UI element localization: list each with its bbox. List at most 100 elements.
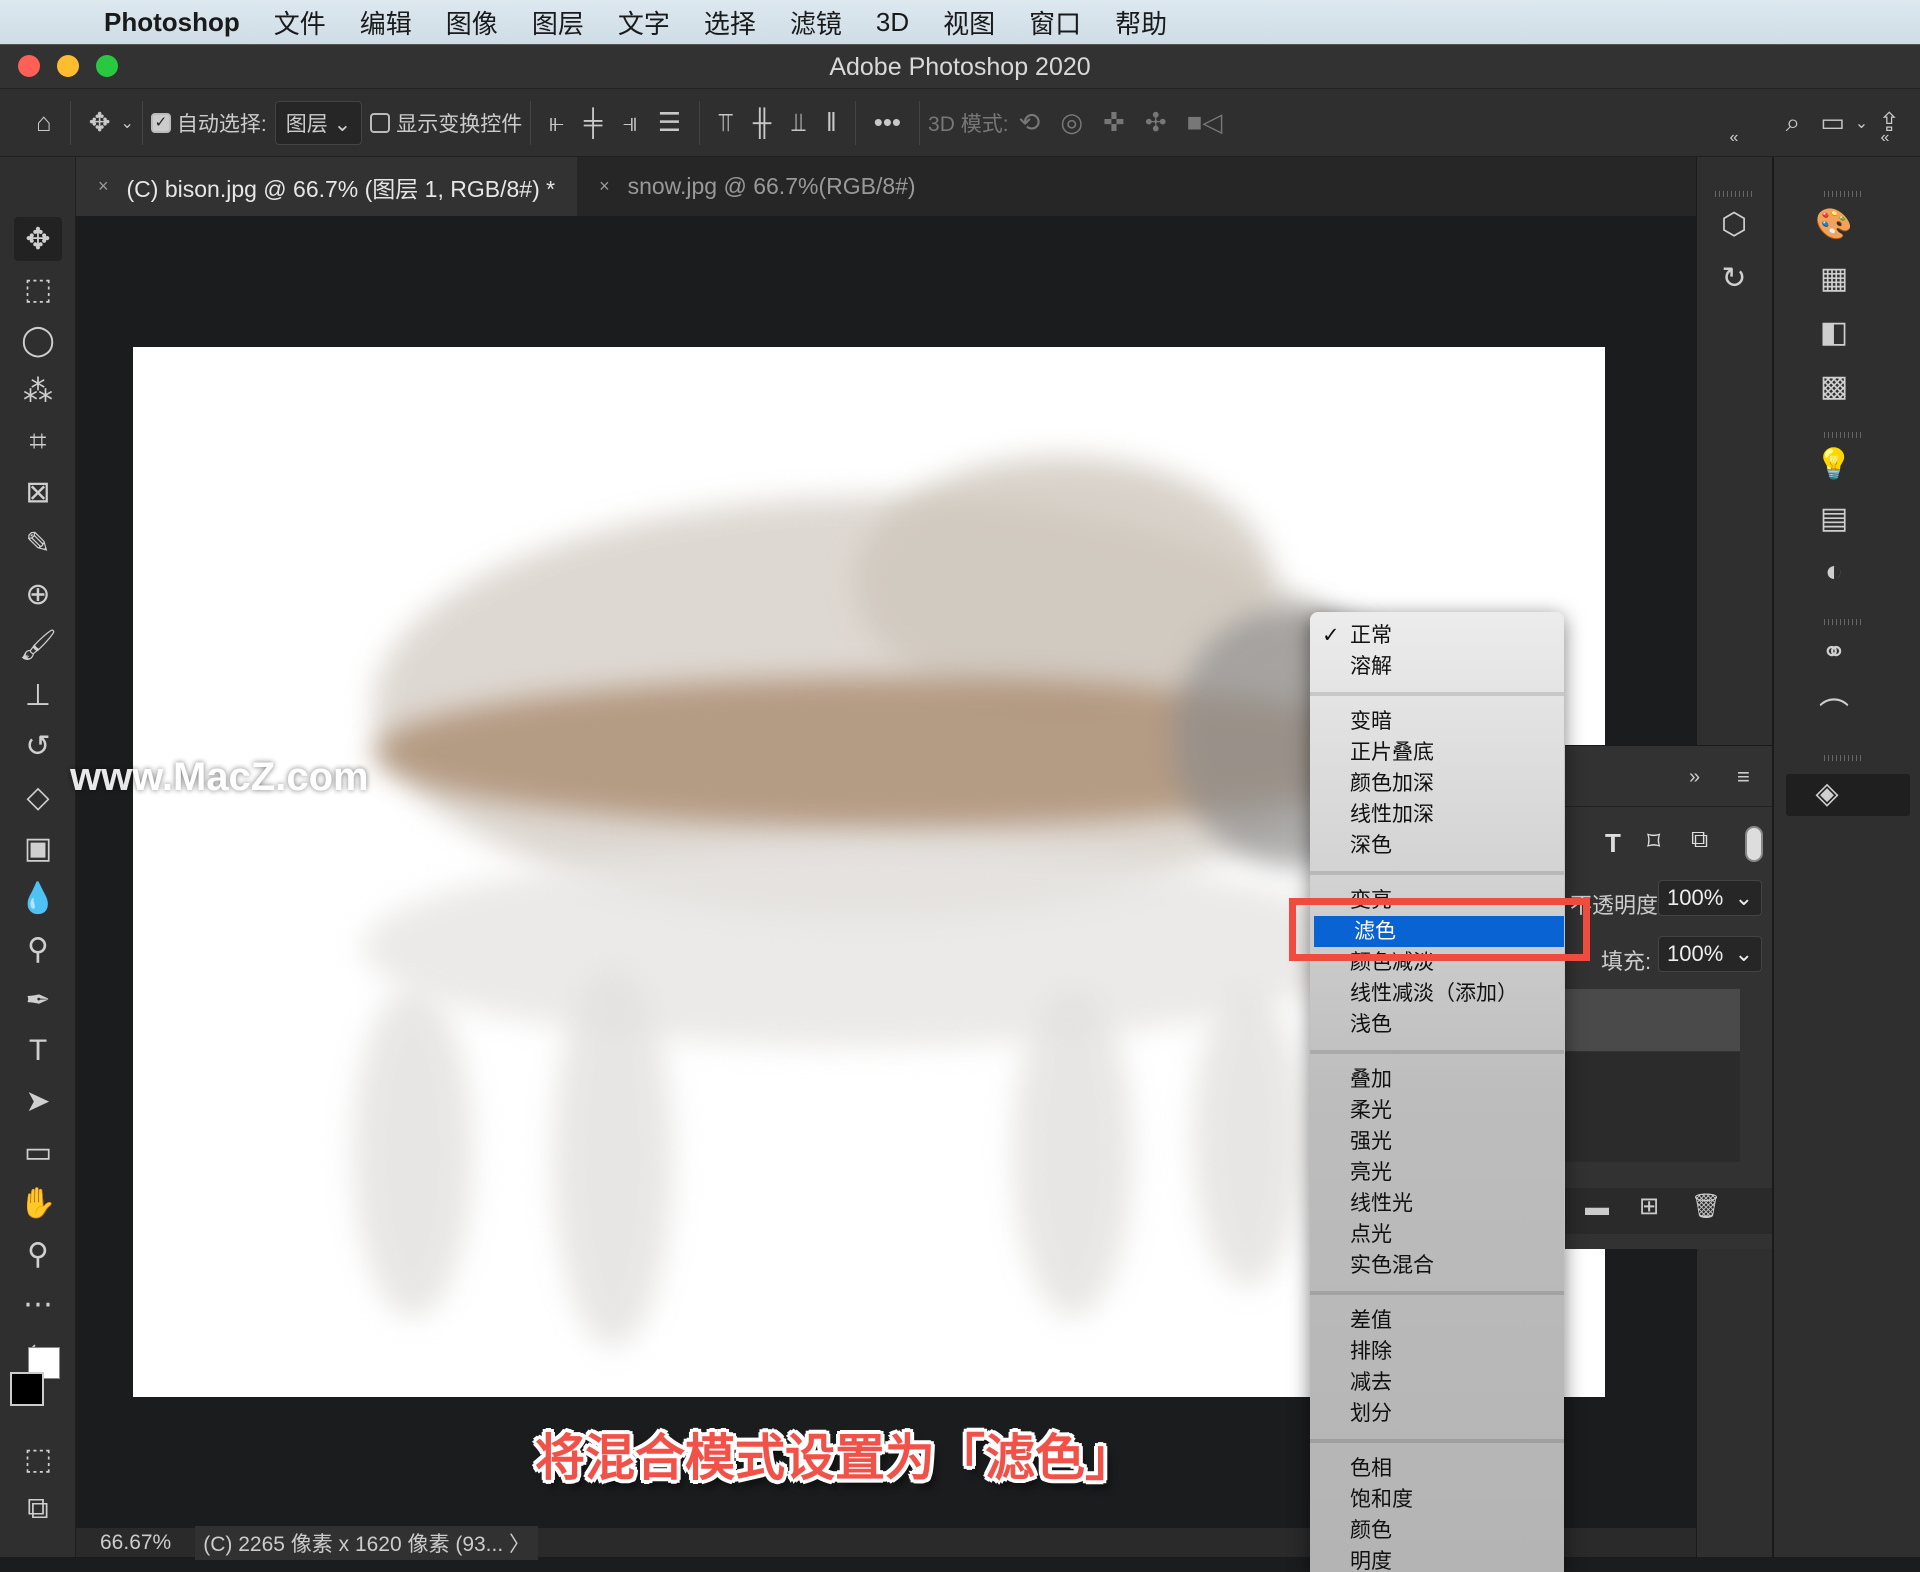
magic-wand-tool-icon[interactable]: ⁂	[14, 369, 62, 413]
frame-tool-icon[interactable]: ⊠	[14, 470, 62, 514]
eraser-tool-icon[interactable]: ◇	[14, 775, 62, 819]
blend-mode-option[interactable]: 颜色	[1310, 1515, 1564, 1546]
blend-mode-option[interactable]: 色相	[1310, 1453, 1564, 1484]
opacity-input[interactable]: 100%⌄	[1658, 880, 1762, 916]
panel-grip[interactable]	[1824, 432, 1864, 438]
pen-tool-icon[interactable]: ✒	[14, 978, 62, 1022]
align-left-icon[interactable]: ⫦	[549, 107, 564, 139]
search-icon[interactable]: ⌕	[1786, 107, 1801, 139]
filter-toggle[interactable]	[1745, 826, 1763, 862]
tab-bison[interactable]: ×(C) bison.jpg @ 66.7% (图层 1, RGB/8#) *	[76, 157, 577, 216]
align-middle-icon[interactable]: ╫	[753, 107, 771, 138]
history-brush-tool-icon[interactable]: ↺	[14, 724, 62, 768]
blend-mode-option[interactable]: 线性光	[1310, 1188, 1564, 1219]
distribute-icon[interactable]: ☰	[658, 107, 681, 138]
auto-select-dropdown[interactable]: 图层 ⌄	[275, 101, 362, 145]
blend-mode-option[interactable]: 划分	[1310, 1398, 1564, 1429]
fill-input[interactable]: 100%⌄	[1658, 936, 1762, 972]
blur-tool-icon[interactable]: 💧	[14, 876, 62, 920]
panel-grip[interactable]	[1824, 619, 1864, 625]
blend-mode-option[interactable]: 饱和度	[1310, 1484, 1564, 1515]
patterns-panel-icon[interactable]: ▩	[1809, 369, 1859, 404]
menu-photoshop[interactable]: Photoshop	[104, 7, 240, 38]
panel-grip[interactable]	[1824, 755, 1864, 761]
history-panel-icon[interactable]: ↻	[1709, 261, 1759, 296]
panel-grip[interactable]	[1824, 191, 1864, 197]
3d-camera-icon[interactable]: ■◁	[1187, 107, 1223, 138]
blend-mode-option[interactable]: 颜色加深	[1310, 768, 1564, 799]
3d-orbit-icon[interactable]: ⟲	[1019, 107, 1041, 138]
shape-layer-filter-icon[interactable]: ⌑	[1647, 826, 1660, 857]
path-selection-tool-icon[interactable]: ➤	[14, 1079, 62, 1123]
distribute-vertical-icon[interactable]: ‖	[826, 107, 837, 138]
align-center-icon[interactable]: ╪	[584, 107, 602, 138]
blend-mode-option[interactable]: 线性减淡（添加）	[1310, 978, 1564, 1009]
show-transform-checkbox[interactable]	[370, 111, 396, 135]
collapse-panels-icon[interactable]: «	[1860, 129, 1910, 147]
move-tool-icon[interactable]: ✥	[14, 217, 62, 261]
minimize-window-button[interactable]	[57, 55, 79, 77]
blend-mode-option[interactable]: ✓正常	[1310, 620, 1564, 651]
paths-panel-icon[interactable]: ⌒	[1809, 689, 1859, 733]
3d-panel-icon[interactable]: ⬡	[1709, 207, 1759, 242]
healing-brush-tool-icon[interactable]: ⊕	[14, 572, 62, 616]
blend-mode-option[interactable]: 线性加深	[1310, 799, 1564, 830]
stamp-tool-icon[interactable]: ⊥	[14, 673, 62, 717]
menu-image[interactable]: 图像	[446, 4, 498, 41]
gradients-panel-icon[interactable]: ◧	[1809, 315, 1859, 350]
zoom-tool-icon[interactable]: ⚲	[14, 1232, 62, 1276]
move-tool-icon[interactable]: ✥	[89, 107, 111, 138]
crop-tool-icon[interactable]: ⌗	[14, 420, 62, 464]
blend-mode-option[interactable]: 强光	[1310, 1126, 1564, 1157]
more-options-icon[interactable]: •••	[874, 107, 901, 138]
menu-help[interactable]: 帮助	[1115, 4, 1167, 41]
learn-panel-icon[interactable]: 💡	[1809, 447, 1859, 482]
screen-mode-icon[interactable]: ⧉	[14, 1487, 62, 1531]
type-tool-icon[interactable]: T	[14, 1029, 62, 1073]
chevron-down-icon[interactable]: ⌄	[1735, 941, 1753, 967]
menu-file[interactable]: 文件	[274, 4, 326, 41]
new-group-icon[interactable]: ▬	[1585, 1194, 1609, 1222]
menu-3d[interactable]: 3D	[876, 7, 909, 38]
hand-tool-icon[interactable]: ✋	[14, 1181, 62, 1225]
layer-row-selected[interactable]	[1565, 989, 1740, 1051]
menu-view[interactable]: 视图	[943, 4, 995, 41]
smart-object-filter-icon[interactable]: ⧉	[1691, 826, 1708, 854]
blend-mode-option[interactable]: 叠加	[1310, 1064, 1564, 1095]
edit-toolbar-icon[interactable]: ⋯	[14, 1282, 62, 1326]
blend-mode-option[interactable]: 排除	[1310, 1336, 1564, 1367]
zoom-level[interactable]: 66.67%	[100, 1531, 171, 1555]
auto-select-checkbox[interactable]: ✓	[151, 111, 177, 135]
menu-type[interactable]: 文字	[618, 4, 670, 41]
libraries-panel-icon[interactable]: ▤	[1809, 501, 1859, 536]
layer-row[interactable]	[1565, 1052, 1740, 1162]
align-right-icon[interactable]: ⫣	[622, 107, 638, 139]
lasso-tool-icon[interactable]: ◯	[14, 318, 62, 362]
channels-panel-icon[interactable]: ⚭	[1809, 635, 1859, 670]
blend-mode-option[interactable]: 变暗	[1310, 706, 1564, 737]
menu-edit[interactable]: 编辑	[360, 4, 412, 41]
delete-layer-icon[interactable]: 🗑	[1691, 1192, 1721, 1221]
menu-select[interactable]: 选择	[704, 4, 756, 41]
blend-mode-option[interactable]: 溶解	[1310, 651, 1564, 682]
collapse-panels-icon[interactable]: «	[1709, 129, 1759, 147]
gradient-tool-icon[interactable]: ▣	[14, 826, 62, 870]
blend-mode-option[interactable]: 正片叠底	[1310, 737, 1564, 768]
swatches-panel-icon[interactable]: ▦	[1809, 261, 1859, 296]
close-tab-icon[interactable]: ×	[599, 176, 610, 197]
blend-mode-option[interactable]: 点光	[1310, 1219, 1564, 1250]
blend-mode-option[interactable]: 明度	[1310, 1546, 1564, 1572]
3d-pan-icon[interactable]: ✜	[1103, 107, 1125, 138]
blend-mode-option[interactable]: 浅色	[1310, 1009, 1564, 1040]
rectangle-tool-icon[interactable]: ▭	[14, 1130, 62, 1174]
chevron-down-icon[interactable]: ⌄	[1735, 885, 1753, 911]
expand-panel-icon[interactable]: »	[1689, 766, 1700, 789]
panel-menu-icon[interactable]: ≡	[1737, 764, 1750, 790]
chevron-down-icon[interactable]: ⌄	[121, 113, 134, 133]
color-panel-icon[interactable]: 🎨	[1809, 207, 1859, 242]
marquee-tool-icon[interactable]: ⬚	[14, 267, 62, 311]
close-tab-icon[interactable]: ×	[98, 176, 109, 197]
brush-tool-icon[interactable]: 🖌	[14, 623, 62, 667]
tab-snow[interactable]: ×snow.jpg @ 66.7%(RGB/8#)	[577, 157, 938, 216]
menu-layer[interactable]: 图层	[532, 4, 584, 41]
